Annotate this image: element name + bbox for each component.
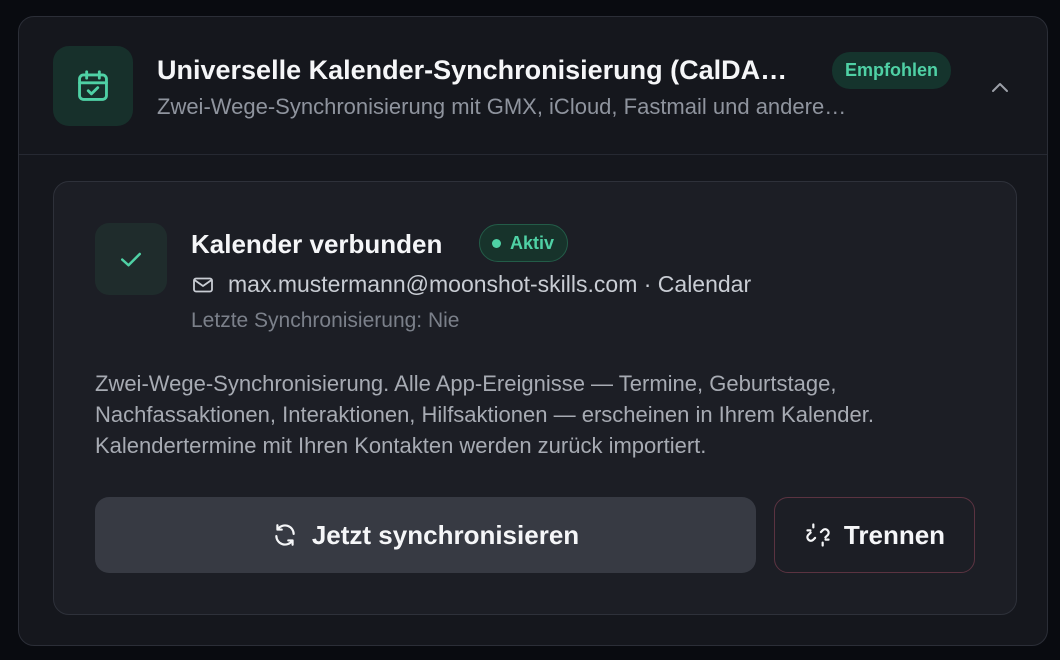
calendar-check-icon bbox=[53, 46, 133, 126]
sync-now-button[interactable]: Jetzt synchronisieren bbox=[95, 497, 756, 573]
connection-panel: Kalender verbunden Aktiv max.mustermann@… bbox=[53, 181, 1017, 615]
connection-status-title: Kalender verbunden bbox=[191, 229, 443, 259]
refresh-icon bbox=[275, 524, 295, 546]
integration-title: Universelle Kalender-Synchronisierung (C… bbox=[157, 55, 788, 85]
mail-icon bbox=[193, 277, 213, 292]
card-header[interactable]: Universelle Kalender-Synchronisierung (C… bbox=[19, 17, 1047, 155]
status-dot bbox=[492, 238, 501, 248]
last-sync-label: Letzte Synchronisierung: Nie bbox=[191, 309, 460, 332]
sync-description: Zwei-Wege-Synchronisierung. Alle App-Ere… bbox=[95, 371, 874, 458]
chevron-up-icon bbox=[992, 83, 1008, 92]
unlink-icon bbox=[806, 523, 830, 547]
disconnect-button[interactable]: Trennen bbox=[774, 497, 975, 573]
active-badge-label: Aktiv bbox=[510, 232, 555, 253]
account-label: max.mustermann@moonshot-skills.com · Cal… bbox=[228, 271, 752, 297]
check-icon bbox=[95, 223, 167, 295]
disconnect-label: Trennen bbox=[843, 519, 946, 550]
recommended-badge: Empfohlen bbox=[832, 52, 951, 89]
active-badge: Aktiv bbox=[479, 224, 569, 262]
integration-subtitle: Zwei-Wege-Synchronisierung mit GMX, iClo… bbox=[157, 94, 847, 119]
caldav-integration-card: Universelle Kalender-Synchronisierung (C… bbox=[18, 16, 1048, 646]
sync-now-label: Jetzt synchronisieren bbox=[311, 519, 580, 550]
collapse-button[interactable] bbox=[983, 71, 1017, 105]
connected-account: max.mustermann@moonshot-skills.com · Cal… bbox=[191, 271, 751, 298]
